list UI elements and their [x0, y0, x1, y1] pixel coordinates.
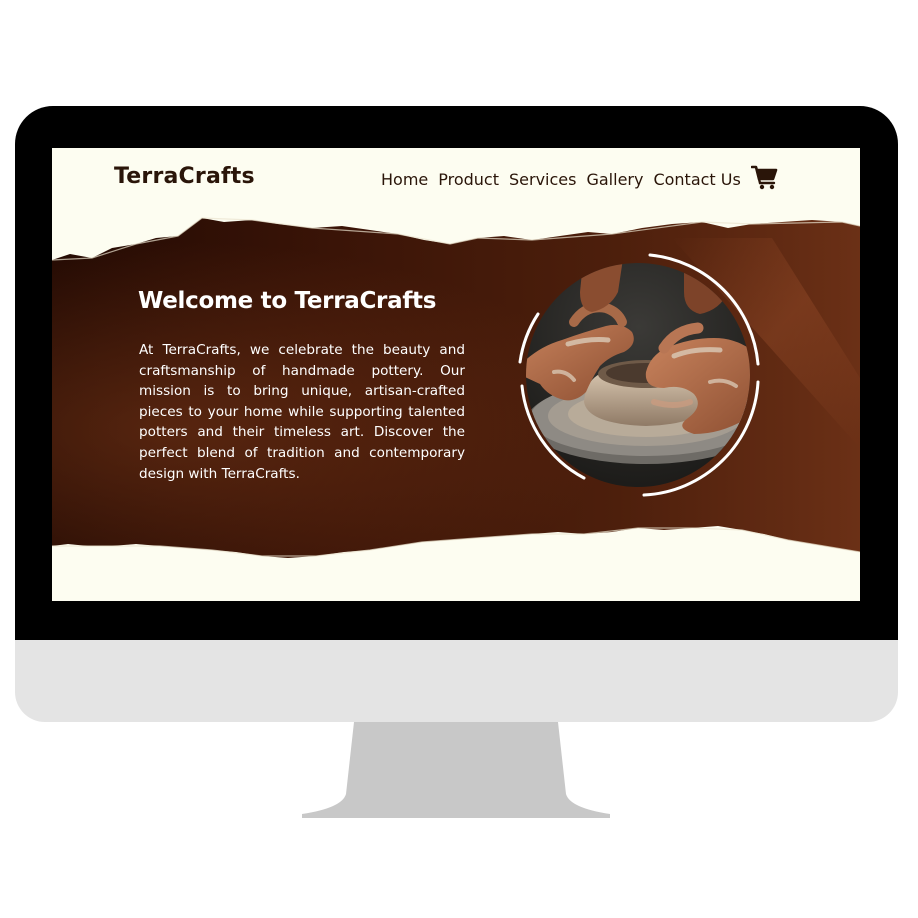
hero-description: At TerraCrafts, we celebrate the beauty … [139, 342, 465, 482]
monitor-chin [15, 640, 898, 722]
nav-link-home[interactable]: Home [381, 170, 428, 189]
nav-link-contact-us[interactable]: Contact Us [653, 170, 740, 189]
nav-link-product[interactable]: Product [438, 170, 499, 189]
shopping-cart-icon[interactable] [750, 164, 779, 190]
nav-link-gallery[interactable]: Gallery [586, 170, 643, 189]
nav-links: Home Product Services Gallery Contact Us [381, 165, 779, 190]
pottery-wheel-hands-image [518, 253, 760, 497]
monitor-stand [302, 722, 610, 818]
navbar: TerraCrafts Home Product Services Galler… [52, 148, 860, 210]
mockup-stage: TerraCrafts Home Product Services Galler… [0, 0, 918, 918]
nav-link-services[interactable]: Services [509, 170, 576, 189]
website-screen: TerraCrafts Home Product Services Galler… [52, 148, 860, 601]
hero-title: Welcome to TerraCrafts [138, 288, 437, 314]
site-logo[interactable]: TerraCrafts [114, 164, 255, 189]
